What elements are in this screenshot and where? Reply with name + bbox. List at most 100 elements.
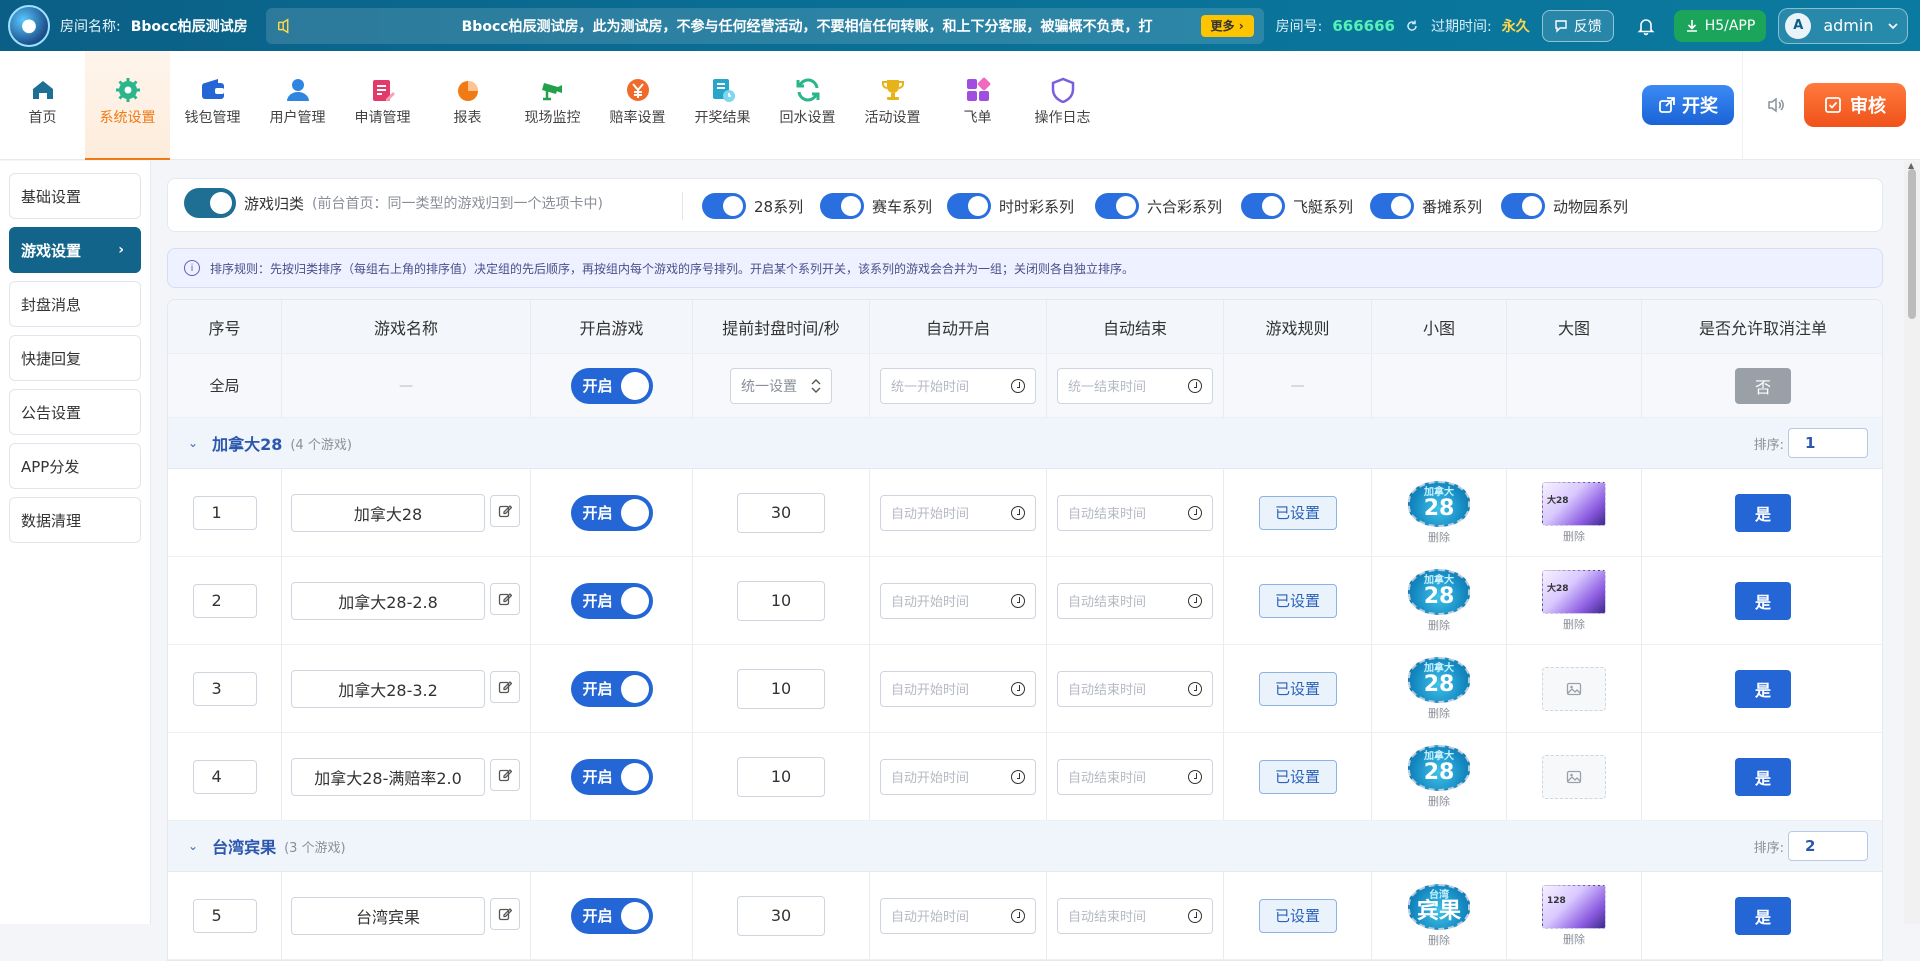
game-rule-button[interactable]: 已设置 bbox=[1258, 495, 1337, 530]
allow-cancel-button[interactable]: 是 bbox=[1735, 896, 1791, 935]
series-switch[interactable] bbox=[1241, 193, 1285, 219]
game-rule-button[interactable]: 已设置 bbox=[1258, 671, 1337, 706]
game-name-input[interactable]: 加拿大28-3.2 bbox=[291, 669, 485, 708]
uniform-start-input[interactable]: 统一开始时间 bbox=[880, 367, 1036, 404]
game-name-input[interactable]: 台湾宾果 bbox=[291, 896, 485, 935]
stepper-icon[interactable] bbox=[811, 377, 821, 395]
auto-end-input[interactable]: 自动结束时间 bbox=[1057, 670, 1213, 707]
delete-link[interactable]: 删除 bbox=[1428, 529, 1450, 545]
sidebar-item-3[interactable]: 快捷回复 bbox=[9, 335, 141, 381]
bell-icon[interactable] bbox=[1636, 16, 1656, 36]
series-switch[interactable] bbox=[1095, 193, 1139, 219]
delete-link[interactable]: 删除 bbox=[1563, 528, 1585, 544]
nav-item-5[interactable]: 报表 bbox=[425, 51, 510, 160]
seq-input[interactable]: 4 bbox=[192, 759, 257, 794]
seq-input[interactable]: 3 bbox=[192, 671, 257, 706]
delete-link[interactable]: 删除 bbox=[1428, 617, 1450, 633]
game-name-input[interactable]: 加拿大28-2.8 bbox=[291, 581, 485, 620]
close-seconds-input[interactable]: 30 bbox=[737, 895, 825, 936]
game-rule-button[interactable]: 已设置 bbox=[1258, 583, 1337, 618]
sidebar-item-1[interactable]: 游戏设置 › bbox=[9, 227, 141, 273]
nav-item-1[interactable]: 系统设置 bbox=[85, 51, 170, 160]
nav-item-7[interactable]: 赔率设置 bbox=[595, 51, 680, 160]
large-thumbnail[interactable]: 128 bbox=[1542, 884, 1606, 929]
series-toggle-4[interactable]: 飞艇系列 bbox=[1241, 193, 1353, 219]
edit-name-button[interactable] bbox=[490, 671, 520, 703]
series-switch[interactable] bbox=[702, 193, 746, 219]
group-by-type-switch[interactable] bbox=[184, 188, 236, 218]
delete-link[interactable]: 删除 bbox=[1563, 616, 1585, 632]
sidebar-item-2[interactable]: 封盘消息 bbox=[9, 281, 141, 327]
uniform-seconds-input[interactable]: 统一设置 bbox=[730, 367, 832, 404]
close-seconds-input[interactable]: 10 bbox=[737, 756, 825, 797]
small-thumbnail[interactable]: 加拿大 28 bbox=[1408, 568, 1470, 615]
enable-game-switch[interactable]: 开启 bbox=[570, 758, 653, 795]
chevron-down-icon[interactable]: ⌄ bbox=[188, 839, 198, 853]
game-rule-button[interactable]: 已设置 bbox=[1258, 759, 1337, 794]
small-thumbnail[interactable]: 台湾 宾果 bbox=[1408, 883, 1470, 930]
allow-cancel-button[interactable]: 是 bbox=[1735, 669, 1791, 708]
delete-link[interactable]: 删除 bbox=[1428, 932, 1450, 948]
series-switch[interactable] bbox=[1370, 193, 1414, 219]
auto-end-input[interactable]: 自动结束时间 bbox=[1057, 897, 1213, 934]
small-thumbnail[interactable]: 加拿大 28 bbox=[1408, 656, 1470, 703]
edit-name-button[interactable] bbox=[490, 583, 520, 615]
series-switch[interactable] bbox=[1501, 193, 1545, 219]
group-header[interactable]: ⌄ 加拿大28 (4 个游戏) 排序: 1 bbox=[168, 418, 1882, 469]
sidebar-item-0[interactable]: 基础设置 bbox=[9, 173, 141, 219]
seq-input[interactable]: 5 bbox=[192, 898, 257, 933]
group-sort-input[interactable]: 1 bbox=[1788, 428, 1868, 458]
nav-item-2[interactable]: 钱包管理 bbox=[170, 51, 255, 160]
close-seconds-input[interactable]: 30 bbox=[737, 492, 825, 533]
group-by-type-toggle[interactable]: 游戏归类 (前台首页：同一类型的游戏归到一个选项卡中) bbox=[184, 188, 603, 218]
nav-item-10[interactable]: 活动设置 bbox=[850, 51, 935, 160]
edit-name-button[interactable] bbox=[490, 495, 520, 527]
global-cancel-button[interactable]: 否 bbox=[1735, 367, 1791, 404]
sidebar-item-4[interactable]: 公告设置 bbox=[9, 389, 141, 435]
allow-cancel-button[interactable]: 是 bbox=[1735, 493, 1791, 532]
group-sort-input[interactable]: 2 bbox=[1788, 831, 1868, 861]
game-name-input[interactable]: 加拿大28 bbox=[291, 493, 485, 532]
scrollbar-thumb[interactable] bbox=[1908, 169, 1916, 319]
nav-item-12[interactable]: 操作日志 bbox=[1020, 51, 1105, 160]
allow-cancel-button[interactable]: 是 bbox=[1735, 757, 1791, 796]
sidebar-item-5[interactable]: APP分发 bbox=[9, 443, 141, 489]
edit-name-button[interactable] bbox=[490, 898, 520, 930]
review-button[interactable]: 审核 bbox=[1804, 83, 1906, 127]
image-placeholder[interactable] bbox=[1542, 754, 1606, 799]
refresh-icon[interactable] bbox=[1405, 19, 1419, 33]
auto-end-input[interactable]: 自动结束时间 bbox=[1057, 582, 1213, 619]
auto-start-input[interactable]: 自动开始时间 bbox=[880, 670, 1036, 707]
h5-app-button[interactable]: H5/APP bbox=[1673, 9, 1767, 42]
small-thumbnail[interactable]: 加拿大 28 bbox=[1408, 744, 1470, 791]
series-toggle-3[interactable]: 六合彩系列 bbox=[1095, 193, 1222, 219]
series-switch[interactable] bbox=[947, 193, 991, 219]
nav-item-8[interactable]: 开奖结果 bbox=[680, 51, 765, 160]
delete-link[interactable]: 删除 bbox=[1428, 793, 1450, 809]
nav-item-11[interactable]: 飞单 bbox=[935, 51, 1020, 160]
series-toggle-1[interactable]: 赛车系列 bbox=[820, 193, 932, 219]
auto-end-input[interactable]: 自动结束时间 bbox=[1057, 494, 1213, 531]
uniform-end-input[interactable]: 统一结束时间 bbox=[1057, 367, 1213, 404]
delete-link[interactable]: 删除 bbox=[1428, 705, 1450, 721]
auto-start-input[interactable]: 自动开始时间 bbox=[880, 897, 1036, 934]
chevron-down-icon[interactable]: ⌄ bbox=[188, 436, 198, 450]
series-toggle-0[interactable]: 28系列 bbox=[702, 193, 803, 219]
auto-start-input[interactable]: 自动开始时间 bbox=[880, 758, 1036, 795]
more-button[interactable]: 更多 › bbox=[1200, 14, 1254, 37]
feedback-button[interactable]: 反馈 bbox=[1541, 9, 1614, 42]
large-thumbnail[interactable]: 大28 bbox=[1542, 481, 1606, 526]
draw-button[interactable]: 开奖 bbox=[1642, 85, 1734, 125]
series-toggle-6[interactable]: 动物园系列 bbox=[1501, 193, 1628, 219]
large-thumbnail[interactable]: 大28 bbox=[1542, 569, 1606, 614]
nav-item-0[interactable]: 首页 bbox=[0, 51, 85, 160]
delete-link[interactable]: 删除 bbox=[1563, 931, 1585, 947]
nav-item-4[interactable]: 申请管理 bbox=[340, 51, 425, 160]
series-toggle-2[interactable]: 时时彩系列 bbox=[947, 193, 1074, 219]
game-name-input[interactable]: 加拿大28-满赔率2.0 bbox=[291, 757, 485, 796]
enable-game-switch[interactable]: 开启 bbox=[570, 897, 653, 934]
enable-game-switch[interactable]: 开启 bbox=[570, 494, 653, 531]
page-scrollbar[interactable]: ▲ bbox=[1904, 161, 1920, 924]
nav-item-6[interactable]: 现场监控 bbox=[510, 51, 595, 160]
auto-start-input[interactable]: 自动开始时间 bbox=[880, 494, 1036, 531]
